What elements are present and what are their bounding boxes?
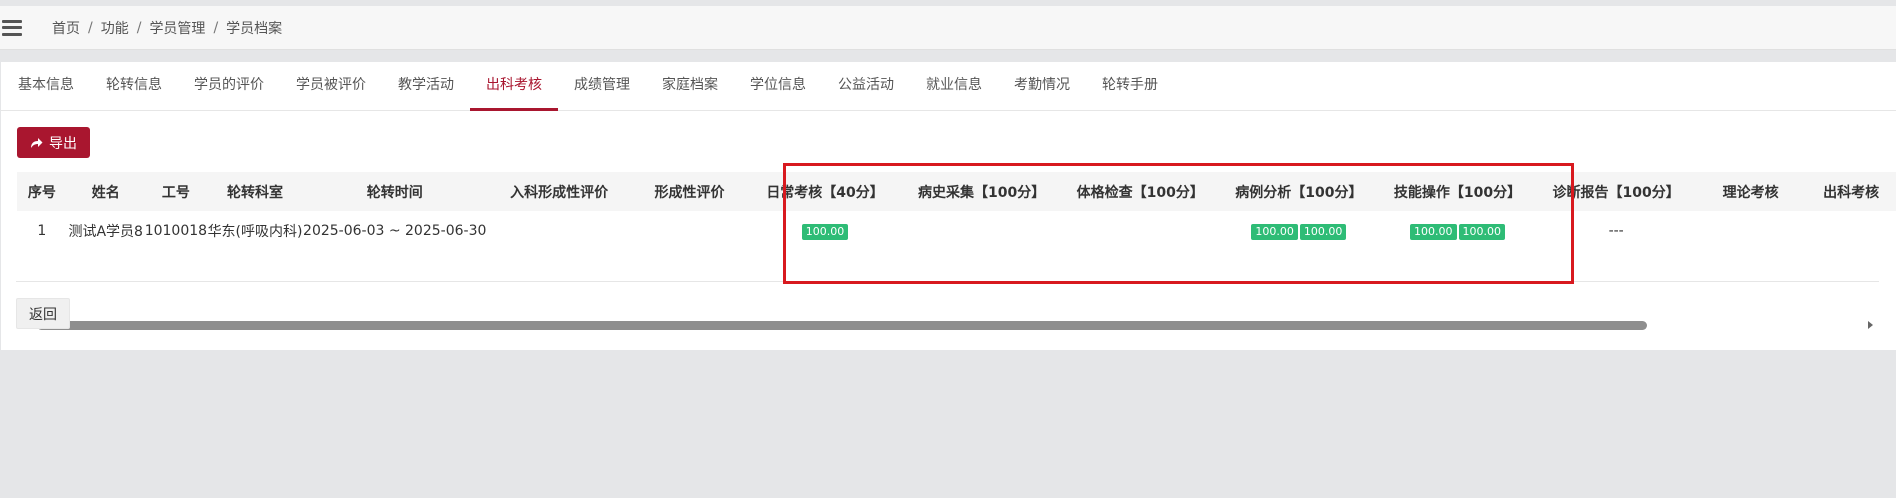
- cell-name: 测试A学员8: [68, 224, 143, 240]
- tab-bar: 基本信息 轮转信息 学员的评价 学员被评价 教学活动 出科考核 成绩管理 家庭档…: [1, 62, 1896, 111]
- col-formative-eval: 形成性评价: [654, 184, 725, 201]
- breadcrumb-separator: /: [136, 19, 142, 36]
- tab-public-welfare[interactable]: 公益活动: [838, 62, 894, 110]
- cell-theory: [1695, 211, 1806, 251]
- horizontal-scrollbar[interactable]: [17, 318, 1879, 332]
- share-arrow-icon: [31, 137, 43, 148]
- breadcrumb: 首页 / 功能 / 学员管理 / 学员档案: [52, 18, 282, 38]
- col-theory: 理论考核: [1722, 184, 1779, 201]
- cell-diagnosis: ---: [1608, 223, 1624, 239]
- exam-table-container: 序号 姓名 工号 轮转科室 轮转时间 入科形成性评价 形成性评价 日常考核【40…: [17, 172, 1896, 276]
- tab-degree-info[interactable]: 学位信息: [750, 62, 806, 110]
- score-badge: 100.00: [1299, 223, 1347, 240]
- breadcrumb-separator: /: [213, 19, 219, 36]
- col-index: 序号: [27, 184, 56, 201]
- cell-physical: [1060, 211, 1220, 251]
- table-row: 1 测试A学员8 1010018 华东(呼吸内科) 2025-06-03 ~ 2…: [17, 211, 1896, 251]
- main-panel: 基本信息 轮转信息 学员的评价 学员被评价 教学活动 出科考核 成绩管理 家庭档…: [1, 62, 1896, 350]
- col-physical: 体格检查【100分】: [1076, 184, 1204, 201]
- export-label: 导出: [49, 135, 77, 152]
- score-badge: 100.00: [1410, 223, 1457, 240]
- tab-basic-info[interactable]: 基本信息: [18, 62, 74, 110]
- top-bar: 首页 / 功能 / 学员管理 / 学员档案: [0, 6, 1896, 50]
- scroll-right-icon[interactable]: [1868, 321, 1873, 329]
- table-header-row: 序号 姓名 工号 轮转科室 轮转时间 入科形成性评价 形成性评价 日常考核【40…: [17, 172, 1896, 211]
- col-case: 病例分析【100分】: [1235, 184, 1363, 201]
- col-name: 姓名: [91, 184, 120, 201]
- tab-family-archive[interactable]: 家庭档案: [662, 62, 718, 110]
- cell-employee-no: 1010018: [144, 223, 208, 239]
- score-badge: 100.00: [801, 223, 849, 240]
- col-entry-eval: 入科形成性评价: [510, 184, 609, 201]
- cell-entry-eval: [486, 211, 631, 251]
- tab-rotation-info[interactable]: 轮转信息: [106, 62, 162, 110]
- cell-final: [1806, 211, 1896, 251]
- menu-icon[interactable]: [2, 19, 22, 36]
- col-daily: 日常考核【40分】: [766, 184, 884, 201]
- breadcrumb-home[interactable]: 首页: [52, 18, 80, 38]
- col-diagnosis: 诊断报告【100分】: [1552, 184, 1680, 201]
- col-skill: 技能操作【100分】: [1393, 184, 1522, 201]
- tab-rotation-handbook[interactable]: 轮转手册: [1102, 62, 1158, 110]
- exam-table: 序号 姓名 工号 轮转科室 轮转时间 入科形成性评价 形成性评价 日常考核【40…: [17, 172, 1896, 251]
- tab-student-evaluated[interactable]: 学员被评价: [296, 62, 366, 110]
- col-period: 轮转时间: [366, 184, 423, 201]
- cell-department: 华东(呼吸内科): [207, 224, 303, 240]
- scrollbar-thumb[interactable]: [37, 321, 1647, 330]
- tab-employment-info[interactable]: 就业信息: [926, 62, 982, 110]
- cell-daily: 100.00: [747, 211, 903, 251]
- export-button[interactable]: 导出: [17, 127, 90, 158]
- cell-index: 1: [37, 223, 47, 239]
- col-final: 出科考核: [1823, 184, 1880, 201]
- breadcrumb-student-archive: 学员档案: [226, 20, 283, 37]
- back-button[interactable]: 返回: [16, 298, 70, 329]
- tab-attendance[interactable]: 考勤情况: [1014, 62, 1070, 110]
- cell-history: [903, 211, 1061, 251]
- divider: [16, 281, 1879, 282]
- tab-teaching-activities[interactable]: 教学活动: [398, 62, 454, 110]
- tab-exit-exam[interactable]: 出科考核: [470, 62, 558, 111]
- breadcrumb-student-management[interactable]: 学员管理: [149, 18, 205, 38]
- cell-skill: 100.00 100.00: [1378, 211, 1538, 251]
- cell-formative-eval: [632, 211, 747, 251]
- score-badge: 100.00: [1251, 223, 1298, 240]
- col-history: 病史采集【100分】: [918, 184, 1046, 201]
- breadcrumb-separator: /: [88, 19, 93, 36]
- score-badge: 100.00: [1458, 223, 1506, 240]
- cell-period: 2025-06-03 ~ 2025-06-30: [303, 223, 487, 239]
- tab-grades[interactable]: 成绩管理: [574, 62, 630, 110]
- col-employee-no: 工号: [161, 184, 190, 201]
- breadcrumb-function[interactable]: 功能: [101, 18, 129, 38]
- tab-student-evaluations[interactable]: 学员的评价: [194, 62, 264, 110]
- cell-case: 100.00 100.00: [1220, 211, 1378, 251]
- col-department: 轮转科室: [227, 184, 284, 201]
